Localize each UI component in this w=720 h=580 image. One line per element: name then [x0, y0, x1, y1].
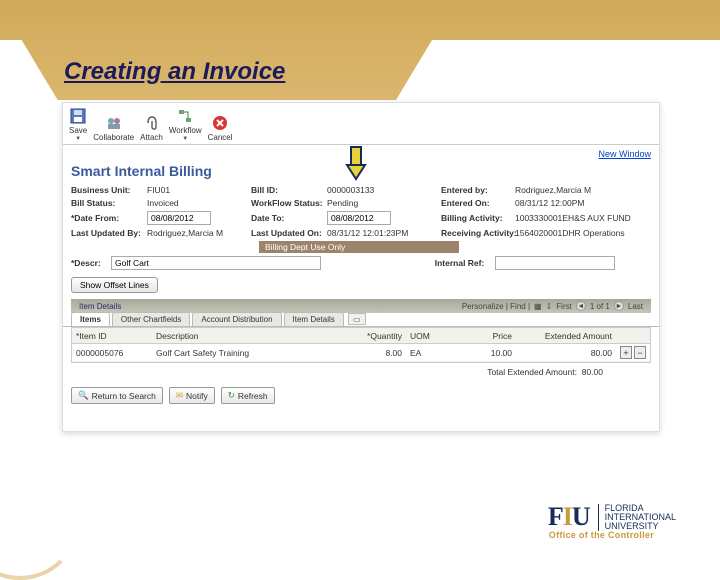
fiu-logo: FIU FLORIDAINTERNATIONALUNIVERSITY — [548, 502, 676, 532]
business-unit-value: FIU01 — [147, 185, 170, 195]
date-to-label: Date To: — [251, 213, 327, 223]
tab-items[interactable]: Items — [71, 312, 110, 326]
new-window-link[interactable]: New Window — [598, 149, 651, 159]
entered-by-label: Entered by: — [441, 185, 515, 195]
refresh-icon: ↻ — [228, 390, 235, 401]
item-details-title: Item Details — [79, 302, 121, 311]
entered-by-value: Rodriguez,Marcia M — [515, 185, 591, 195]
last-updated-on-label: Last Updated On: — [251, 228, 327, 238]
next-icon[interactable]: ► — [614, 301, 624, 311]
last-link[interactable]: Last — [628, 302, 643, 311]
save-button[interactable]: Save▼ — [69, 107, 87, 142]
cell-quantity: 8.00 — [346, 348, 406, 358]
paperclip-icon — [143, 114, 161, 132]
workflow-status-label: WorkFlow Status: — [251, 198, 327, 208]
notify-icon: ✉ — [176, 390, 183, 401]
bill-id-label: Bill ID: — [251, 185, 327, 195]
collaborate-icon — [105, 114, 123, 132]
cell-price: 10.00 — [446, 348, 516, 358]
view-all-icon[interactable]: ▦ — [534, 302, 542, 311]
cell-extended: 80.00 — [516, 348, 616, 358]
prev-icon[interactable]: ◄ — [576, 301, 586, 311]
items-grid: *Item ID Description *Quantity UOM Price… — [71, 327, 651, 363]
delete-row-button[interactable]: − — [634, 346, 646, 359]
collaborate-button[interactable]: Collaborate — [93, 114, 134, 142]
receiving-activity-value: 1564020001DHR Operations — [515, 228, 625, 238]
expand-all-icon[interactable]: ▭ — [348, 313, 366, 325]
total-value: 80.00 — [582, 367, 603, 377]
toolbar: Save▼ Collaborate Attach Workflow▼ Cance… — [63, 103, 659, 145]
descr-label: *Descr: — [71, 258, 111, 268]
entered-on-label: Entered On: — [441, 198, 515, 208]
internal-ref-input[interactable] — [495, 256, 615, 270]
col-description: Description — [152, 331, 346, 341]
workflow-button[interactable]: Workflow▼ — [169, 107, 202, 142]
bill-status-value: Invoiced — [147, 198, 179, 208]
attach-button[interactable]: Attach — [140, 114, 163, 142]
billing-activity-value: 1003330001EH&S AUX FUND — [515, 213, 631, 223]
first-link[interactable]: First — [556, 302, 572, 311]
chevron-down-icon: ▼ — [75, 136, 81, 142]
date-to-input[interactable] — [327, 211, 391, 225]
office-label: Office of the Controller — [549, 530, 654, 540]
entered-on-value: 08/31/12 12:00PM — [515, 198, 584, 208]
cancel-icon — [211, 114, 229, 132]
col-uom: UOM — [406, 331, 446, 341]
date-from-label: *Date From: — [71, 213, 147, 223]
cell-item-id: 0000005076 — [72, 348, 152, 358]
bill-id-value: 0000003133 — [327, 185, 374, 195]
download-icon[interactable]: ⇩ — [546, 302, 553, 311]
date-from-input[interactable] — [147, 211, 211, 225]
table-row: 0000005076 Golf Cart Safety Training 8.0… — [72, 344, 650, 362]
descr-input[interactable] — [111, 256, 321, 270]
business-unit-label: Business Unit: — [71, 185, 147, 195]
search-icon: 🔍 — [78, 390, 89, 401]
receiving-activity-label: Receiving Activity: — [441, 228, 515, 238]
bill-status-label: Bill Status: — [71, 198, 147, 208]
workflow-icon — [176, 107, 194, 125]
billing-dept-bar: Billing Dept Use Only — [259, 241, 459, 253]
refresh-button[interactable]: ↻Refresh — [221, 387, 275, 404]
return-to-search-button[interactable]: 🔍Return to Search — [71, 387, 163, 404]
total-label: Total Extended Amount: — [487, 367, 577, 377]
internal-ref-label: Internal Ref: — [435, 258, 495, 268]
slide-title: Creating an Invoice — [64, 58, 285, 86]
callout-arrow-icon — [344, 145, 368, 186]
tab-account-distribution[interactable]: Account Distribution — [192, 312, 281, 326]
col-quantity: *Quantity — [346, 331, 406, 341]
save-icon — [69, 107, 87, 125]
notify-button[interactable]: ✉Notify — [169, 387, 215, 404]
chevron-down-icon: ▼ — [182, 136, 188, 142]
cell-uom: EA — [406, 348, 446, 358]
show-offset-button[interactable]: Show Offset Lines — [71, 277, 158, 293]
add-row-button[interactable]: + — [620, 346, 632, 359]
last-updated-by-value: Rodriguez,Marcia M — [147, 228, 223, 238]
col-price: Price — [446, 331, 516, 341]
pager-count: 1 of 1 — [590, 302, 610, 311]
col-item-id: *Item ID — [72, 331, 152, 341]
last-updated-on-value: 08/31/12 12:01:23PM — [327, 228, 408, 238]
grid-toolbar: Item Details Personalize | Find | ▦ ⇩ Fi… — [71, 299, 651, 313]
tab-item-details[interactable]: Item Details — [284, 312, 344, 326]
last-updated-by-label: Last Updated By: — [71, 228, 147, 238]
col-extended: Extended Amount — [516, 331, 616, 341]
billing-activity-label: Billing Activity: — [441, 213, 515, 223]
tab-other-chartfields[interactable]: Other Chartfields — [112, 312, 190, 326]
cell-description: Golf Cart Safety Training — [152, 348, 346, 358]
personalize-link[interactable]: Personalize | Find | — [462, 302, 530, 311]
cancel-button[interactable]: Cancel — [208, 114, 233, 142]
workflow-status-value: Pending — [327, 198, 358, 208]
